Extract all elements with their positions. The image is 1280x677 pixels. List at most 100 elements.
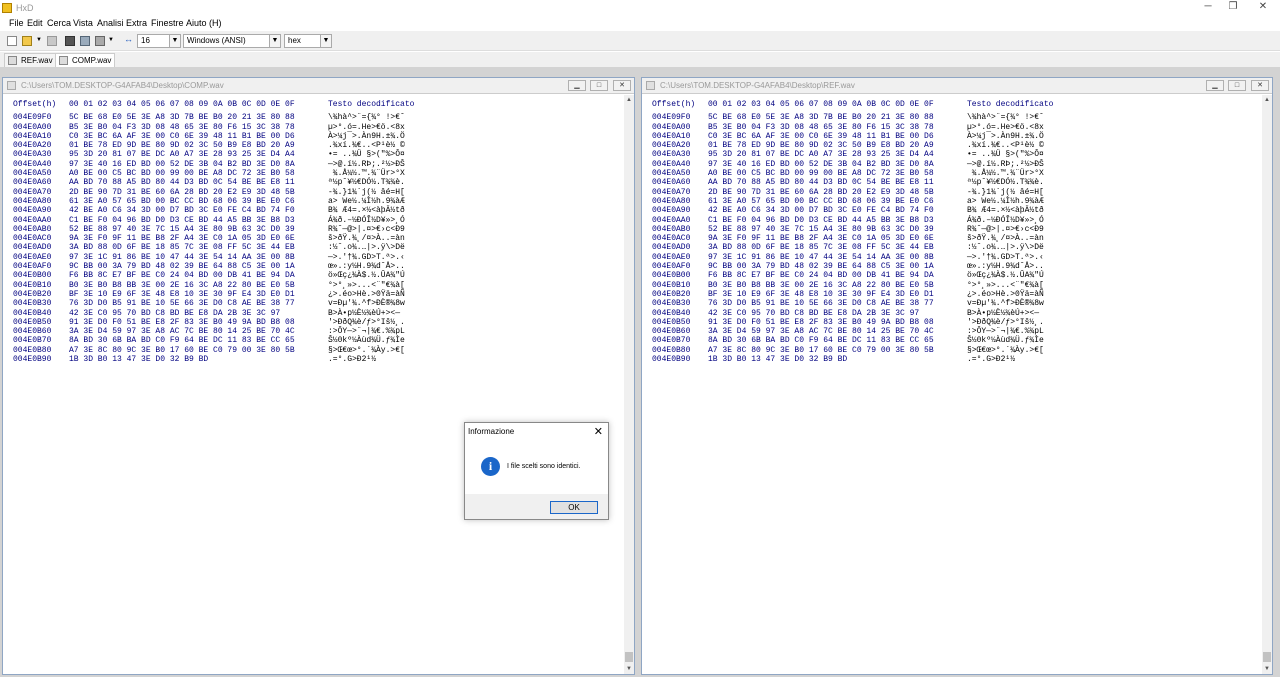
hex-row[interactable]: 004E0AA0 C1 BE F0 04 96 BD D0 D3 CE BD 44… (652, 216, 1077, 225)
hex-row[interactable]: 004E0A50 A0 BE 00 C5 BC BD 00 99 00 BE A8… (652, 169, 1077, 178)
save-icon[interactable] (47, 36, 57, 46)
hex-row[interactable]: 004E0B00 F6 BB 8C E7 BF BE C0 24 04 BD 00… (652, 271, 1077, 280)
close-button[interactable]: ✕ (1251, 80, 1269, 91)
export-icon[interactable] (80, 36, 90, 46)
hex-row[interactable]: 004E0AD0 3A BD 88 0D 6F BE 18 85 7C 3E 08… (652, 243, 1077, 252)
scroll-down-icon[interactable]: ▼ (626, 666, 632, 672)
hex-row[interactable]: 004E0AE0 97 3E 1C 91 86 BE 10 47 44 3E 54… (652, 253, 1077, 262)
hex-row[interactable]: 004E0B40 42 3E C0 95 70 BD C8 BD BE E8 DA… (652, 309, 1077, 318)
tab-comp[interactable]: COMP.wav (55, 53, 116, 67)
hex-row[interactable]: 004E0B50 91 3E D0 F0 51 BE E8 2F 83 3E B0… (13, 318, 438, 327)
hex-pane-comp[interactable]: C:\Users\TOM.DESKTOP-G4AFAB4\Desktop\COM… (2, 77, 635, 675)
row-decoded: •= ..¾Ü §>("%>Ô¤ (967, 150, 1044, 160)
hex-row[interactable]: 004E0A60 AA BD 70 88 A5 BD 80 44 D3 BD 0C… (652, 178, 1077, 187)
hex-row[interactable]: 004E0A30 95 3D 20 81 07 BE DC A0 A7 3E 28… (13, 150, 438, 159)
hex-row[interactable]: 004E0A80 61 3E A0 57 65 BD 00 BC CC BD 68… (13, 197, 438, 206)
menu-edit[interactable]: Edit (27, 18, 43, 28)
row-bytes: 8A BD 30 6B BA BD C0 F9 64 BE DC 11 83 B… (69, 336, 295, 346)
hex-row[interactable]: 004E0B80 A7 3E 8C 80 9C 3E B0 17 60 BE C0… (13, 346, 438, 355)
new-file-icon[interactable] (7, 36, 17, 46)
hex-row[interactable]: 004E0AD0 3A BD 88 0D 6F BE 18 85 7C 3E 08… (13, 243, 438, 252)
hex-row[interactable]: 004E0A30 95 3D 20 81 07 BE DC A0 A7 3E 28… (652, 150, 1077, 159)
hex-row[interactable]: 004E0AE0 97 3E 1C 91 86 BE 10 47 44 3E 54… (13, 253, 438, 262)
scroll-up-icon[interactable]: ▲ (626, 97, 632, 103)
menu-finestre[interactable]: Finestre (151, 18, 184, 28)
close-button[interactable]: ✕ (613, 80, 631, 91)
hex-row[interactable]: 004E0B20 BF 3E 10 E9 6F 3E 48 E8 10 3E 30… (13, 290, 438, 299)
row-offset: 004E0A00 (652, 122, 691, 132)
hex-row[interactable]: 004E0A40 97 3E 40 16 ED BD 00 52 DE 3B 04… (652, 160, 1077, 169)
hex-row[interactable]: 004E0B90 1B 3D B0 13 47 3E D0 32 B9 BD .=°… (13, 355, 438, 364)
offset-base-select[interactable]: hex ▼ (284, 34, 332, 48)
hex-row[interactable]: 004E0A70 2D BE 90 7D 31 BE 60 6A 28 BD 20… (652, 188, 1077, 197)
hex-row[interactable]: 004E0A10 C0 3E BC 6A AF 3E 00 C0 6E 39 48… (652, 132, 1077, 141)
hex-row[interactable]: 004E0AB0 52 BE 88 97 40 3E 7C 15 A4 3E 80… (13, 225, 438, 234)
hex-view[interactable]: Offset(h) 00 01 02 03 04 05 06 07 08 09 0… (652, 100, 1077, 364)
hex-row[interactable]: 004E0AF0 9C BB 00 3A 79 BD 48 02 39 BE 64… (652, 262, 1077, 271)
hex-row[interactable]: 004E0A00 B5 3E B0 04 F3 3D 08 48 65 3E 80… (652, 123, 1077, 132)
hex-row[interactable]: 004E0B90 1B 3D B0 13 47 3E D0 32 B9 BD .=°… (652, 355, 1077, 364)
bytes-per-row-select[interactable]: 16 ▼ (137, 34, 181, 48)
chevron-down-icon[interactable]: ▼ (36, 37, 42, 47)
print-icon[interactable] (95, 36, 105, 46)
menu-aiuto[interactable]: Aiuto (H) (186, 18, 222, 28)
hex-row[interactable]: 004E0A40 97 3E 40 16 ED BD 00 52 DE 3B 04… (13, 160, 438, 169)
charset-select[interactable]: Windows (ANSI) ▼ (183, 34, 281, 48)
chevron-down-icon[interactable]: ▼ (108, 37, 114, 47)
menu-extra[interactable]: Extra (126, 18, 147, 28)
hex-row[interactable]: 004E0A90 42 BE A0 C6 34 3D 00 D7 BD 3C E0… (652, 206, 1077, 215)
ok-button[interactable]: OK (550, 501, 598, 514)
menu-analisi[interactable]: Analisi (97, 18, 124, 28)
minimize-button[interactable]: ▁ (568, 80, 586, 91)
hex-row[interactable]: 004E0A10 C0 3E BC 6A AF 3E 00 C0 6E 39 48… (13, 132, 438, 141)
hex-row[interactable]: 004E0B70 8A BD 30 6B BA BD C0 F9 64 BE DC… (652, 336, 1077, 345)
hex-row[interactable]: 004E0B50 91 3E D0 F0 51 BE E8 2F 83 3E B0… (652, 318, 1077, 327)
scroll-thumb[interactable] (625, 652, 633, 662)
maximize-button[interactable]: □ (590, 80, 608, 91)
hex-row[interactable]: 004E0A80 61 3E A0 57 65 BD 00 BC CC BD 68… (652, 197, 1077, 206)
restore-button[interactable]: ❐ (1216, 0, 1250, 14)
hex-row[interactable]: 004E0A50 A0 BE 00 C5 BC BD 00 99 00 BE A8… (13, 169, 438, 178)
scroll-up-icon[interactable]: ▲ (1264, 97, 1270, 103)
hex-row[interactable]: 004E0AC0 9A 3E F0 9F 11 BE B8 2F A4 3E C0… (652, 234, 1077, 243)
row-offset: 004E0A90 (13, 206, 52, 216)
hex-row[interactable]: 004E0B00 F6 BB 8C E7 BF BE C0 24 04 BD 00… (13, 271, 438, 280)
row-decoded: R¾ˆ—@>|.¤>€›c<Ð9 (967, 224, 1044, 234)
maximize-button[interactable]: □ (1228, 80, 1246, 91)
hex-row[interactable]: 004E09F0 5C BE 68 E0 5E 3E A8 3D 7B BE B0… (652, 113, 1077, 122)
hex-row[interactable]: 004E0B10 B0 3E B0 B8 BB 3E 00 2E 16 3C A8… (652, 281, 1077, 290)
hex-row[interactable]: 004E0B30 76 3D D0 B5 91 BE 10 5E 66 3E D0… (652, 299, 1077, 308)
toggle-icon[interactable] (65, 36, 75, 46)
hex-row[interactable]: 004E0B70 8A BD 30 6B BA BD C0 F9 64 BE DC… (13, 336, 438, 345)
hex-view[interactable]: Offset(h) 00 01 02 03 04 05 06 07 08 09 0… (13, 100, 438, 364)
menu-cerca[interactable]: Cerca (47, 18, 71, 28)
hex-row[interactable]: 004E0A70 2D BE 90 7D 31 BE 60 6A 28 BD 20… (13, 188, 438, 197)
hex-row[interactable]: 004E0A90 42 BE A0 C6 34 3D 00 D7 BD 3C E0… (13, 206, 438, 215)
vertical-scrollbar[interactable]: ▲ ▼ (1262, 95, 1272, 674)
scroll-thumb[interactable] (1263, 652, 1271, 662)
hex-row[interactable]: 004E0B30 76 3D D0 B5 91 BE 10 5E 66 3E D0… (13, 299, 438, 308)
menu-file[interactable]: File (9, 18, 24, 28)
minimize-button[interactable]: ▁ (1206, 80, 1224, 91)
hex-row[interactable]: 004E0A60 AA BD 70 88 A5 BD 80 44 D3 BD 0C… (13, 178, 438, 187)
menu-vista[interactable]: Vista (73, 18, 93, 28)
vertical-scrollbar[interactable]: ▲ ▼ (624, 95, 634, 674)
pane-title-bar: C:\Users\TOM.DESKTOP-G4AFAB4\Desktop\REF… (642, 78, 1272, 94)
hex-row[interactable]: 004E0B10 B0 3E B0 B8 BB 3E 00 2E 16 3C A8… (13, 281, 438, 290)
hex-row[interactable]: 004E0B40 42 3E C0 95 70 BD C8 BD BE E8 DA… (13, 309, 438, 318)
hex-pane-ref[interactable]: C:\Users\TOM.DESKTOP-G4AFAB4\Desktop\REF… (641, 77, 1273, 675)
hex-row[interactable]: 004E0B80 A7 3E 8C 80 9C 3E B0 17 60 BE C0… (652, 346, 1077, 355)
scroll-down-icon[interactable]: ▼ (1264, 666, 1270, 672)
close-button[interactable]: ✕ (1246, 0, 1280, 14)
hex-row[interactable]: 004E0B20 BF 3E 10 E9 6F 3E 48 E8 10 3E 30… (652, 290, 1077, 299)
open-folder-icon[interactable] (22, 36, 32, 46)
hex-row[interactable]: 004E0A00 B5 3E B0 04 F3 3D 08 48 65 3E 80… (13, 123, 438, 132)
tab-ref[interactable]: REF.wav (4, 53, 57, 67)
hex-row[interactable]: 004E0AF0 9C BB 00 3A 79 BD 48 02 39 BE 64… (13, 262, 438, 271)
hex-row[interactable]: 004E0AA0 C1 BE F0 04 96 BD D0 D3 CE BD 44… (13, 216, 438, 225)
hex-row[interactable]: 004E0AC0 9A 3E F0 9F 11 BE B8 2F A4 3E C0… (13, 234, 438, 243)
close-icon[interactable]: ✕ (594, 425, 603, 438)
hex-row[interactable]: 004E0AB0 52 BE 88 97 40 3E 7C 15 A4 3E 80… (652, 225, 1077, 234)
row-bytes: 97 3E 1C 91 86 BE 10 47 44 3E 54 14 AA 3… (708, 252, 934, 262)
hex-row[interactable]: 004E09F0 5C BE 68 E0 5E 3E A8 3D 7B BE B0… (13, 113, 438, 122)
